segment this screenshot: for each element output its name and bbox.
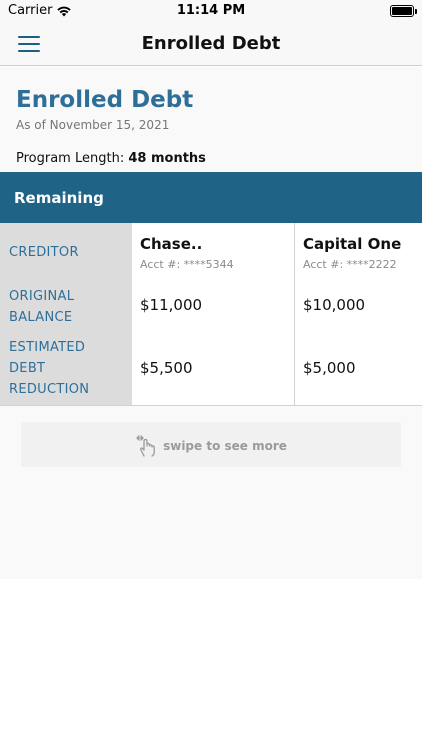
creditor-name: Chase.. [140,235,203,253]
remaining-section-header: Remaining [0,172,422,223]
program-length-label: Program Length: [16,151,125,166]
original-balance-value: $10,000 [303,296,366,314]
creditor-column[interactable]: Chase.. Acct #: ****5344 $11,000 $5,500 [132,223,294,405]
navigation-bar: Enrolled Debt [0,24,422,66]
estimated-reduction-value: $5,000 [303,359,356,377]
account-number: Acct #: ****2222 [303,258,397,271]
account-number: Acct #: ****5344 [140,258,234,271]
status-time: 11:14 PM [176,3,246,18]
row-label-original-balance: ORIGINAL BALANCE [9,289,75,325]
main-content: Enrolled Debt As of November 15, 2021 Pr… [0,67,422,579]
original-balance-value: $11,000 [140,296,203,314]
program-length-value: 48 months [128,151,206,166]
program-length: Program Length: 48 months [16,151,206,166]
battery-icon [390,5,417,17]
page-title: Enrolled Debt [16,87,194,113]
estimated-reduction-value: $5,500 [140,359,193,377]
creditor-name: Capital One [303,235,402,253]
row-label-creditor: CREDITOR [9,245,79,260]
row-label-estimated-debt-reduction: ESTIMATED DEBT REDUCTION [9,340,90,397]
swipe-hand-icon [136,435,155,457]
status-bar: Carrier 11:14 PM [0,0,422,24]
creditor-column[interactable]: Capital One Acct #: ****2222 $10,000 $5,… [294,223,422,405]
debt-table[interactable]: CREDITOR ORIGINAL BALANCE ESTIMATED DEBT… [0,223,422,406]
swipe-hint-text: swipe to see more [163,439,287,453]
swipe-hint[interactable]: swipe to see more [21,422,401,467]
nav-title: Enrolled Debt [141,33,281,54]
row-labels-column: CREDITOR ORIGINAL BALANCE ESTIMATED DEBT… [0,223,132,405]
as-of-date: As of November 15, 2021 [16,118,170,132]
remaining-header-label: Remaining [14,189,104,207]
